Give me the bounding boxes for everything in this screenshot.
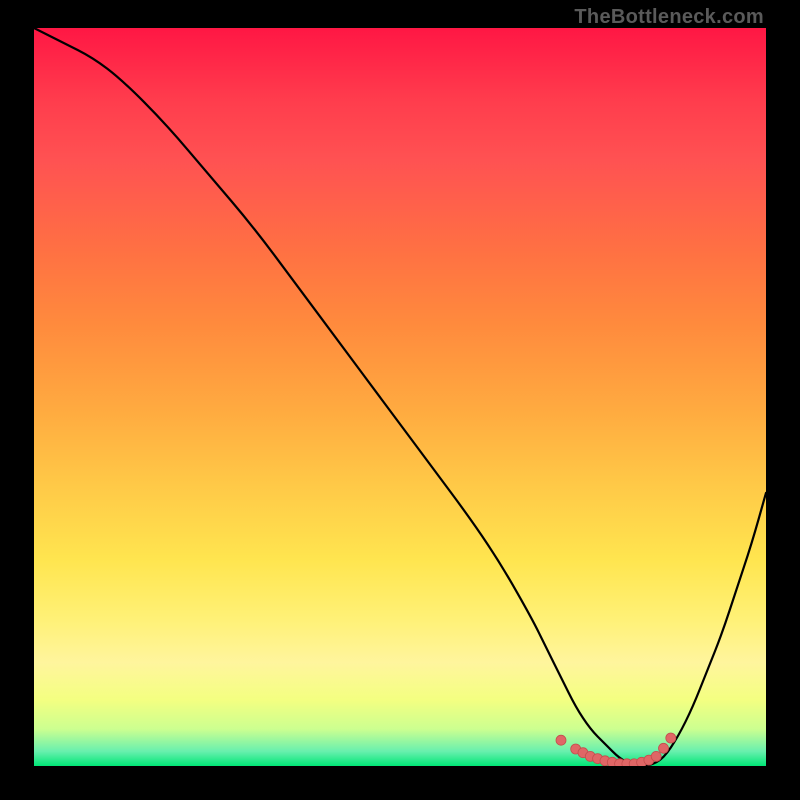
plot-area <box>34 28 766 766</box>
chart-container: TheBottleneck.com <box>0 0 800 800</box>
marker-point <box>556 735 566 745</box>
marker-point <box>651 751 661 761</box>
marker-point <box>571 744 581 754</box>
marker-point <box>615 759 625 766</box>
marker-point <box>600 756 610 766</box>
marker-point <box>659 743 669 753</box>
watermark-text: TheBottleneck.com <box>574 6 764 29</box>
marker-point <box>637 757 647 766</box>
optimal-range-markers <box>34 28 766 766</box>
marker-point <box>644 755 654 765</box>
bottleneck-curve <box>34 28 766 766</box>
marker-point <box>629 759 639 766</box>
marker-point <box>585 751 595 761</box>
marker-point <box>666 733 676 743</box>
marker-point <box>607 757 617 766</box>
marker-point <box>593 754 603 764</box>
marker-point <box>578 748 588 758</box>
marker-point <box>622 759 632 766</box>
